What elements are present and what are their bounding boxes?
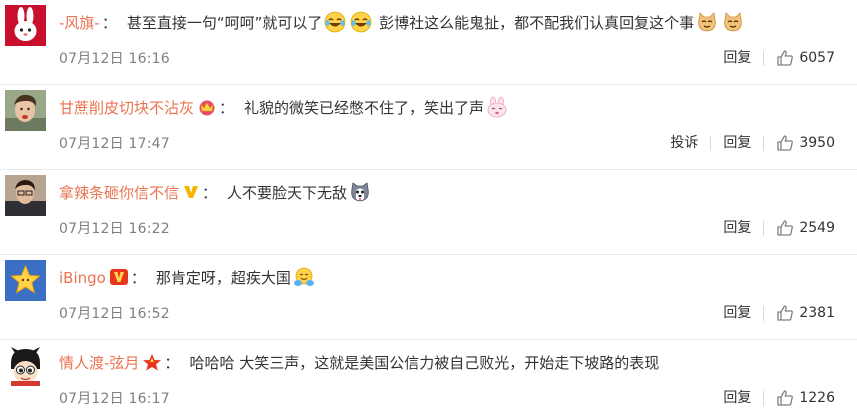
comment-body: iBingo ： 那肯定呀，超疾大国 [59,265,837,291]
comment-time: 07月12日 16:17 [59,391,170,407]
colon: ： [202,184,218,202]
comment-text: 人不要脸天下无敌 [227,184,348,202]
bunny-avatar-icon [5,5,46,46]
avatar[interactable] [5,175,46,216]
comment-time: 07月12日 16:52 [59,306,170,322]
comment-actions: 投诉 回复 3950 [658,131,835,155]
like-button[interactable]: 1226 [764,389,835,407]
username-link[interactable]: iBingo [59,269,106,287]
comment-item: -风旗-： 甚至直接一句“呵呵”就可以了 彭博社这么能鬼扯，都不配我们认真回复这个… [0,0,857,85]
like-count: 2549 [799,220,835,236]
thumbs-up-icon [777,305,794,321]
husky-emoji [349,181,371,203]
thumbs-up-icon [777,50,794,66]
like-button[interactable]: 3950 [764,134,835,152]
username-link[interactable]: 拿辣条砸你信不信 [59,184,179,202]
comment-text: 彭博社这么能鬼扯，都不配我们认真回复这个事 [379,14,695,32]
verified-vip-badge-icon [109,268,129,286]
comment-body: 甘蔗削皮切块不沾灰 ： 礼貌的微笑已经憋不住了，笑出了声 [59,95,837,121]
like-count: 6057 [799,50,835,66]
comment-actions: 回复 1226 [711,386,835,410]
comment-text: 哈哈哈 大笑三声，这就是美国公信力被自己败光，开始走下坡路的表现 [189,354,660,372]
crown-badge-icon [197,98,217,116]
avatar[interactable] [5,260,46,301]
comment-text: 那肯定呀，超疾大国 [155,269,291,287]
colon: ： [101,14,117,32]
comment-item: iBingo ： 那肯定呀，超疾大国 07月12日 16:52 回复 2381 [0,255,857,340]
comment-actions: 回复 6057 [711,46,835,70]
photo-avatar-icon [5,90,46,131]
star-avatar-icon [5,260,46,301]
like-count: 3950 [799,135,835,151]
colon: ： [130,269,146,287]
comment-body: 拿辣条砸你信不信 ： 人不要脸天下无敌 [59,180,837,206]
reply-button[interactable]: 回复 [711,131,763,155]
comment-item: 情人渡-弦月：哈哈哈 大笑三声，这就是美国公信力被自己败光，开始走下坡路的表现 … [0,340,857,420]
laugh-cry-emoji [350,11,372,33]
like-button[interactable]: 2381 [764,304,835,322]
username-link[interactable]: 情人渡-弦月 [59,354,139,372]
like-button[interactable]: 2549 [764,219,835,237]
cat-emoji [722,11,744,33]
thumbs-up-icon [777,135,794,151]
like-count: 2381 [799,305,835,321]
like-count: 1226 [799,390,835,406]
avatar[interactable] [5,5,46,46]
like-button[interactable]: 6057 [764,49,835,67]
star-badge-icon [142,353,162,371]
comment-time: 07月12日 17:47 [59,136,170,152]
bunny-emoji [486,96,508,118]
cat-emoji [696,11,718,33]
reply-button[interactable]: 回复 [711,46,763,70]
username-link[interactable]: -风旗- [59,14,100,32]
thumbs-up-icon [777,220,794,236]
avatar[interactable] [5,90,46,131]
hug-emoji [293,266,315,288]
comment-actions: 回复 2381 [711,301,835,325]
photo-avatar-icon [5,175,46,216]
verified-v-badge-icon [182,183,200,201]
username-link[interactable]: 甘蔗削皮切块不沾灰 [59,99,194,117]
reply-button[interactable]: 回复 [711,216,763,240]
avatar[interactable] [5,345,46,386]
comment-actions: 回复 2549 [711,216,835,240]
comment-body: -风旗-： 甚至直接一句“呵呵”就可以了 彭博社这么能鬼扯，都不配我们认真回复这个… [59,10,837,36]
comment-item: 甘蔗削皮切块不沾灰：礼貌的微笑已经憋不住了，笑出了声 07月12日 17:47 … [0,85,857,170]
comment-time: 07月12日 16:22 [59,221,170,237]
comment-body: 情人渡-弦月 ： 哈哈哈 大笑三声，这就是美国公信力被自己败光，开始走下坡路的表现 [59,350,837,376]
comment-text: 甚至直接一句“呵呵”就可以了 [126,14,323,32]
colon: ： [164,354,180,372]
comment-feed: -风旗-：甚至直接一句“呵呵”就可以了 彭博社这么能鬼扯，都不配我们认真回复这个… [0,0,857,420]
comment-time: 07月12日 16:16 [59,51,170,67]
reply-button[interactable]: 回复 [711,386,763,410]
comment-item: 拿辣条砸你信不信 ： 人不要脸天下无敌 07月12日 16:22 回复 2549 [0,170,857,255]
thumbs-up-icon [777,390,794,406]
laugh-cry-emoji [324,11,346,33]
reply-button[interactable]: 回复 [711,301,763,325]
cartoon-avatar-icon [5,345,46,386]
comment-text: 礼貌的微笑已经憋不住了，笑出了声 [244,99,485,117]
colon: ： [219,99,235,117]
report-button[interactable]: 投诉 [658,131,710,155]
